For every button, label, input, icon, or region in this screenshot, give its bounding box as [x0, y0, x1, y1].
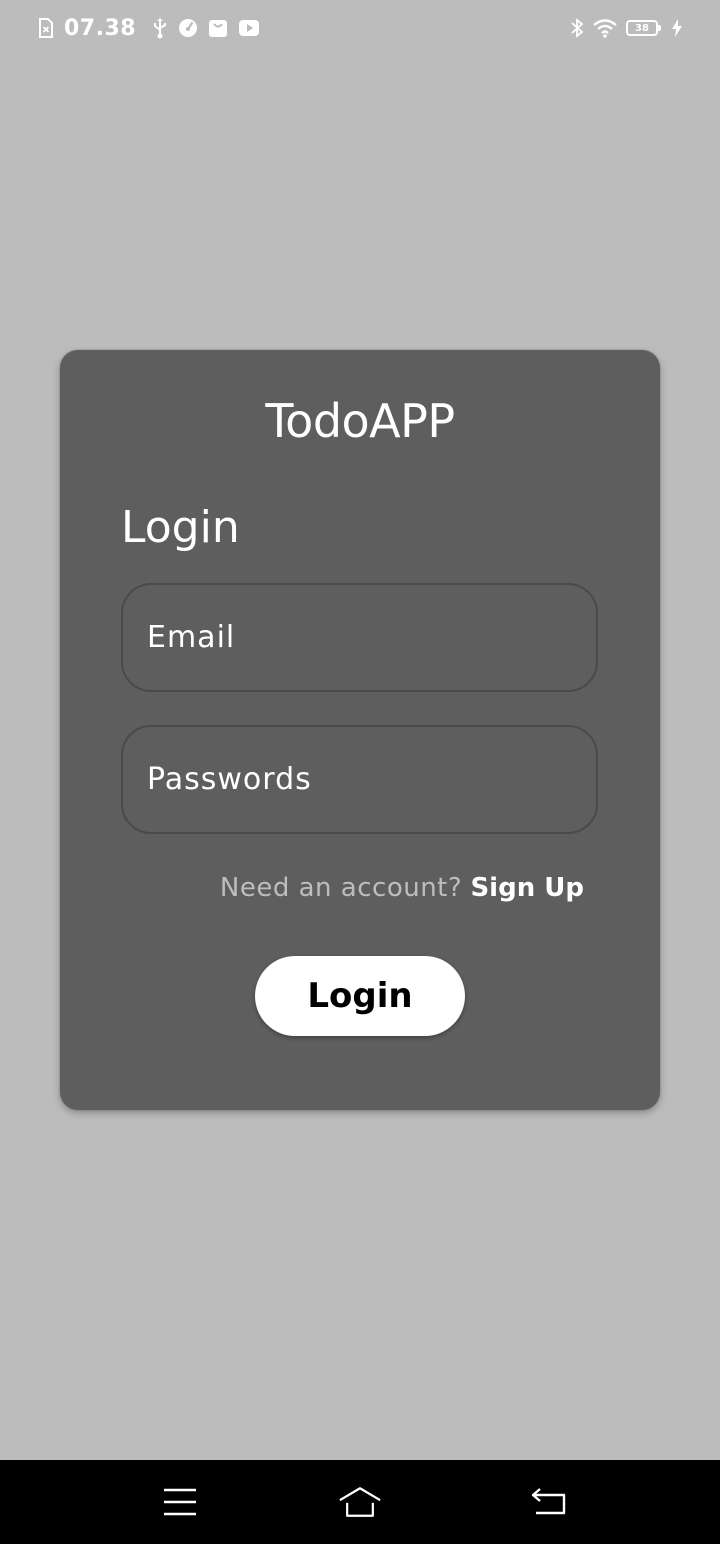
navigation-bar [0, 1460, 720, 1544]
battery-icon: 38 [626, 20, 661, 36]
email-field[interactable] [121, 583, 598, 692]
screenshot-icon [38, 18, 54, 38]
menu-icon[interactable] [158, 1480, 202, 1524]
speedometer-icon [178, 18, 198, 38]
email-input[interactable] [147, 585, 596, 690]
charging-icon [672, 19, 682, 37]
battery-level: 38 [635, 22, 649, 34]
youtube-icon [238, 19, 260, 37]
status-bar: 07.38 38 [0, 0, 720, 56]
usb-icon [152, 17, 168, 39]
home-icon[interactable] [338, 1480, 382, 1524]
password-input[interactable] [147, 727, 596, 832]
shopping-bag-icon [208, 18, 228, 38]
status-bar-left: 07.38 [38, 14, 260, 42]
status-time: 07.38 [64, 15, 137, 41]
signup-link[interactable]: Sign Up [470, 873, 584, 903]
status-bar-right: 38 [570, 14, 682, 42]
signup-row: Need an account? Sign Up [220, 873, 584, 903]
signup-prompt: Need an account? [219, 873, 463, 903]
bluetooth-icon [570, 17, 584, 39]
app-title: TodoAPP [265, 394, 455, 448]
login-heading: Login [121, 502, 240, 553]
wifi-icon [592, 18, 618, 38]
login-button[interactable]: Login [255, 956, 465, 1036]
login-card: TodoAPP Login Need an account? Sign Up L… [60, 350, 660, 1110]
back-icon[interactable] [527, 1480, 571, 1524]
password-field[interactable] [121, 725, 598, 834]
